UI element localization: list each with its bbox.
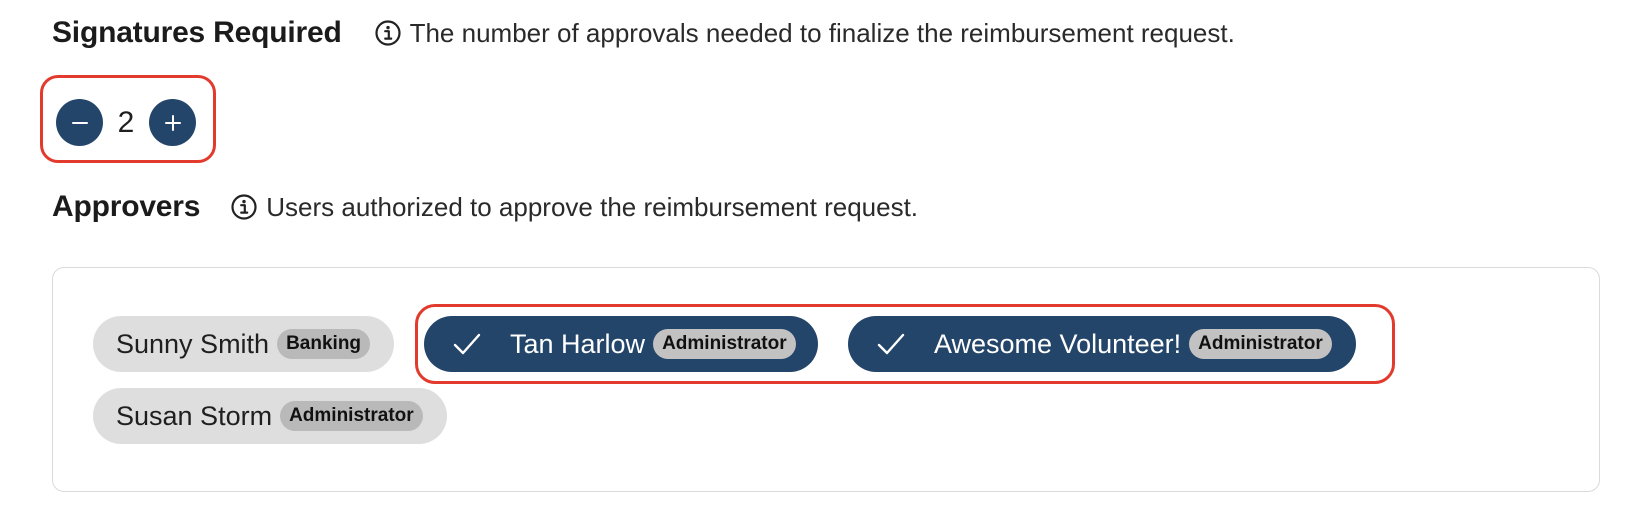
signatures-header: Signatures Required The number of approv… [52,16,1235,50]
approver-name: Susan Storm [116,400,273,431]
signatures-stepper: 2 [56,99,196,146]
approvers-header: Approvers Users authorized to approve th… [52,190,918,224]
info-icon [374,19,402,47]
decrement-button[interactable] [56,99,103,146]
approver-chip-tan-harlow[interactable]: Tan Harlow Administrator [424,316,818,372]
plus-icon [164,114,181,131]
role-badge: Administrator [653,329,796,359]
approver-name: Tan Harlow [510,328,646,359]
minus-icon [71,121,88,124]
approvers-panel [52,267,1600,492]
approver-chip-susan-storm[interactable]: Susan Storm Administrator [93,388,447,444]
role-badge: Banking [277,329,371,359]
info-icon [230,193,258,221]
role-badge: Administrator [1189,329,1332,359]
approver-name: Sunny Smith [116,328,270,359]
approvers-hint-text: Users authorized to approve the reimburs… [266,191,919,222]
approvers-title: Approvers [52,190,201,223]
signatures-hint: The number of approvals needed to finali… [374,18,1235,49]
check-icon [874,327,908,361]
signatures-title: Signatures Required [52,16,342,49]
approver-chip-sunny-smith[interactable]: Sunny Smith Banking [93,316,395,372]
approvers-hint: Users authorized to approve the reimburs… [230,192,918,223]
increment-button[interactable] [149,99,196,146]
signatures-count: 2 [117,105,135,139]
approver-name: Awesome Volunteer! [934,328,1182,359]
check-icon [450,327,484,361]
approver-chip-awesome-volunteer[interactable]: Awesome Volunteer! Administrator [848,316,1356,372]
role-badge: Administrator [280,401,423,431]
signatures-hint-text: The number of approvals needed to finali… [409,17,1235,48]
